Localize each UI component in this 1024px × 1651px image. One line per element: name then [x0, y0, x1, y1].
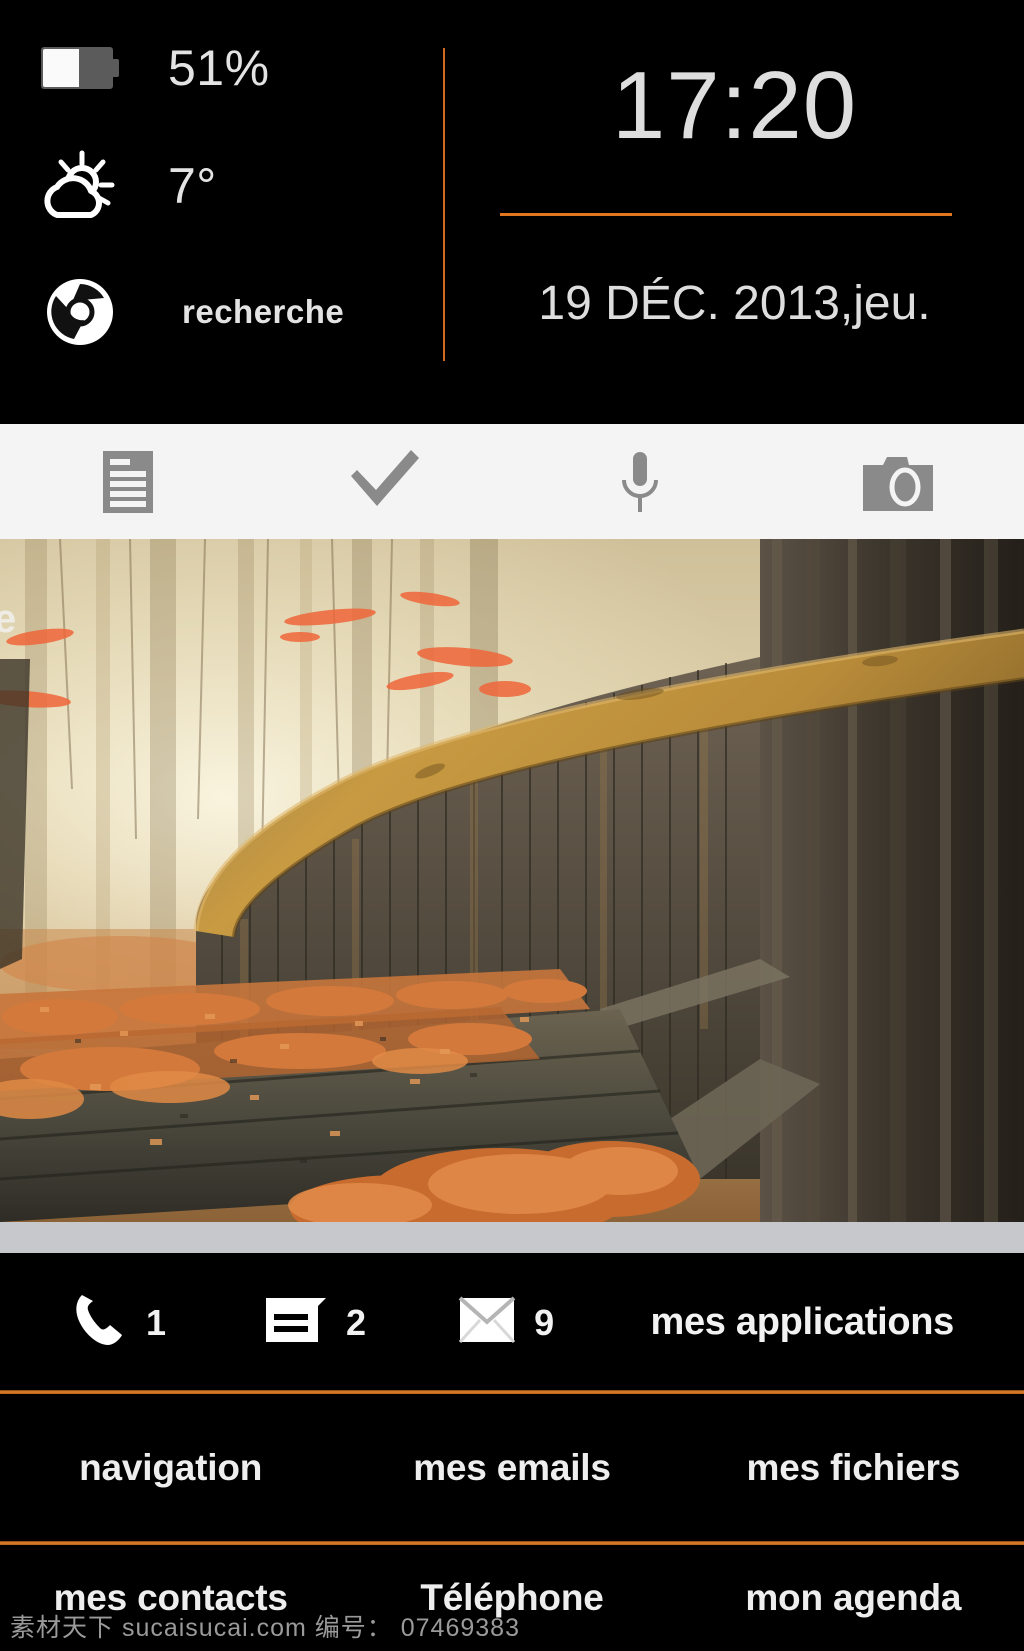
temperature-label: 7°	[168, 158, 217, 214]
dock-phone[interactable]: 1	[72, 1253, 166, 1392]
voice-button[interactable]	[512, 424, 768, 539]
search-status-row[interactable]: recherche	[0, 252, 443, 372]
status-left-column: 51% 7° recherche	[0, 0, 443, 398]
wallpaper-bottom-strip	[0, 1222, 1024, 1253]
status-panel: 51% 7° recherche 17:20 19 DÉC. 2013,jeu.	[0, 0, 1024, 398]
phone-count: 1	[146, 1301, 167, 1343]
watermark-text: 素材天下 sucaisucai.com 编号： 07469383	[10, 1614, 520, 1642]
clock-time: 17:20	[611, 52, 858, 159]
partly-cloudy-icon	[0, 149, 160, 223]
wallpaper: e	[0, 539, 1024, 1222]
list-button[interactable]	[0, 424, 256, 539]
camera-icon	[863, 455, 933, 511]
camera-button[interactable]	[768, 424, 1024, 539]
checkmark-icon	[347, 448, 421, 515]
clock-widget[interactable]: 17:20 19 DÉC. 2013,jeu.	[445, 0, 1024, 398]
wallpaper-stray-text: e	[0, 597, 17, 641]
menu-item-mes-emails[interactable]: mes emails	[341, 1447, 682, 1489]
battery-percent-label: 51%	[168, 40, 270, 96]
menu-item-mon-agenda[interactable]: mon agenda	[683, 1577, 1024, 1619]
envelope-icon	[458, 1296, 516, 1349]
menu-item-navigation[interactable]: navigation	[0, 1447, 341, 1489]
message-icon	[264, 1294, 328, 1351]
clock-divider	[500, 213, 952, 216]
battery-status-row[interactable]: 51%	[0, 8, 443, 128]
dock-messages[interactable]: 2	[264, 1253, 366, 1392]
battery-icon	[0, 47, 160, 89]
microphone-icon	[616, 450, 664, 514]
dock-bar: 1 2 9 mes applications	[0, 1253, 1024, 1392]
clock-date: 19 DÉC. 2013,jeu.	[538, 277, 931, 330]
home-screen: 51% 7° recherche 17:20 19 DÉC. 2013,jeu.…	[0, 0, 1024, 1651]
menu-row-primary: navigation mes emails mes fichiers	[0, 1394, 1024, 1541]
email-count: 9	[534, 1301, 555, 1343]
chrome-icon	[0, 276, 160, 348]
menu-item-mes-fichiers[interactable]: mes fichiers	[683, 1447, 1024, 1489]
phone-icon	[72, 1291, 128, 1354]
quick-actions-toolbar	[0, 424, 1024, 539]
list-view-icon	[103, 450, 153, 513]
dock-apps-label[interactable]: mes applications	[650, 1301, 954, 1344]
messages-count: 2	[346, 1301, 367, 1343]
weather-status-row[interactable]: 7°	[0, 126, 443, 246]
search-label: recherche	[182, 293, 345, 330]
dock-email[interactable]: 9	[458, 1253, 554, 1392]
check-button[interactable]	[256, 424, 512, 539]
